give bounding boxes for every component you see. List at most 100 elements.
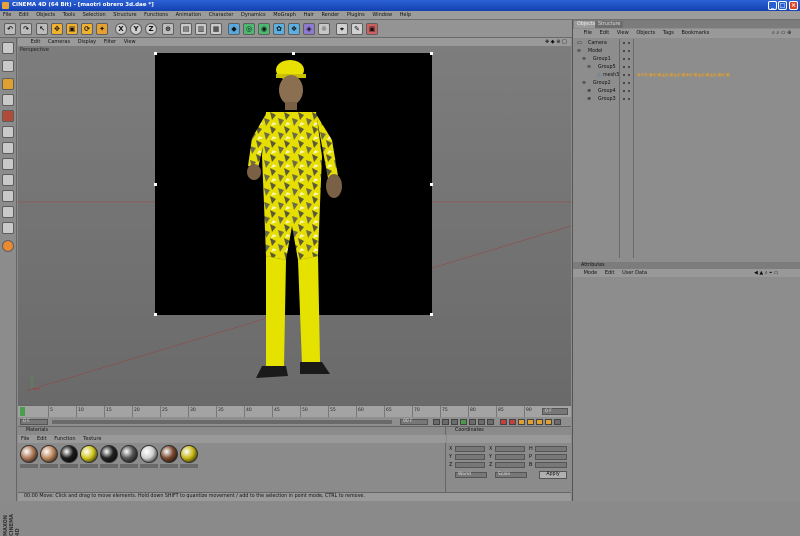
array-icon[interactable]: ✿ xyxy=(273,23,285,35)
material-swatch[interactable] xyxy=(60,445,78,463)
rotation-h-field[interactable] xyxy=(535,446,567,452)
menu-render[interactable]: Render xyxy=(318,11,342,20)
goto-start-icon[interactable] xyxy=(433,419,440,425)
tree-row[interactable]: ⊖ Group5 xyxy=(573,64,800,72)
timeline-ruler[interactable]: 5 10 15 20 25 30 35 40 45 50 55 60 65 70… xyxy=(18,405,571,418)
object-menu-objects[interactable]: Objects xyxy=(633,29,658,38)
rotation-b-field[interactable] xyxy=(535,462,567,468)
object-name[interactable]: Model xyxy=(588,48,602,56)
visibility-dot[interactable] xyxy=(623,58,625,60)
position-key-icon[interactable] xyxy=(527,419,534,425)
deformer-icon[interactable]: ❖ xyxy=(288,23,300,35)
visibility-dot[interactable] xyxy=(623,82,625,84)
prev-frame-icon[interactable] xyxy=(451,419,458,425)
menu-tools[interactable]: Tools xyxy=(60,11,78,20)
time-slider-handle[interactable] xyxy=(20,407,25,416)
object-menu-tags[interactable]: Tags xyxy=(660,29,677,38)
size-mode-dropdown[interactable]: Scale xyxy=(495,472,527,478)
object-name[interactable]: Group1 xyxy=(593,56,611,64)
size-x-field[interactable] xyxy=(495,446,525,452)
visibility-dot[interactable] xyxy=(623,74,625,76)
tree-row[interactable]: △ mesh3 ◆⊠◐●◐●▲◐●▲◐●◆◐●▲◐●▲◐●◐● xyxy=(573,72,800,80)
viewport-menu-edit[interactable]: Edit xyxy=(28,38,44,46)
material-swatch[interactable] xyxy=(160,445,178,463)
maximize-button[interactable]: □ xyxy=(778,1,787,10)
render-view-icon[interactable]: ▤ xyxy=(180,23,192,35)
material-swatch[interactable] xyxy=(40,445,58,463)
rotation-p-field[interactable] xyxy=(535,454,567,460)
viewport-menu-cameras[interactable]: Cameras xyxy=(45,38,73,46)
paint-icon[interactable] xyxy=(2,240,14,252)
light-icon[interactable]: ✎ xyxy=(351,23,363,35)
object-name[interactable]: Group5 xyxy=(598,64,616,72)
material-menu-function[interactable]: Function xyxy=(51,435,78,443)
tree-row[interactable]: ⊖ Model xyxy=(573,48,800,56)
render-region-handle[interactable] xyxy=(430,313,433,316)
z-axis-lock[interactable]: Z xyxy=(145,23,157,35)
snap-icon[interactable] xyxy=(2,222,14,234)
render-region-handle[interactable] xyxy=(292,52,295,55)
apply-button[interactable]: Apply xyxy=(539,471,567,479)
worker-model[interactable] xyxy=(228,56,368,396)
attributes-menu-user-data[interactable]: User Data xyxy=(619,269,650,277)
render-region-handle[interactable] xyxy=(154,52,157,55)
coordinate-system-icon[interactable]: ⊕ xyxy=(162,23,174,35)
texture-mode-icon[interactable] xyxy=(2,94,14,106)
render-region-handle[interactable] xyxy=(154,183,157,186)
environment-icon[interactable]: ☼ xyxy=(318,23,330,35)
play-icon[interactable] xyxy=(460,419,467,425)
visibility-dot[interactable] xyxy=(628,58,630,60)
menu-structure[interactable]: Structure xyxy=(110,11,139,20)
uv-points-icon[interactable] xyxy=(2,174,14,186)
recent-tools-icon[interactable]: ✦ xyxy=(96,23,108,35)
menu-hair[interactable]: Hair xyxy=(301,11,317,20)
redo-icon[interactable]: ↷ xyxy=(20,23,32,35)
object-name[interactable]: mesh3 xyxy=(603,72,619,80)
render-region-handle[interactable] xyxy=(430,183,433,186)
polygons-mode-icon[interactable] xyxy=(2,158,14,170)
menu-plugins[interactable]: Plugins xyxy=(344,11,368,20)
scale-tool-icon[interactable]: ▣ xyxy=(66,23,78,35)
camera-icon[interactable]: ⌖ xyxy=(336,23,348,35)
material-tags[interactable]: ◆⊠◐●◐●▲◐●▲◐●◆◐●▲◐●▲◐●◐● xyxy=(637,72,730,80)
menu-selection[interactable]: Selection xyxy=(80,11,109,20)
move-tool-icon[interactable]: ✥ xyxy=(51,23,63,35)
back-arrow-icon[interactable]: ◀ ▲ ⌕ ⌖ ▭ xyxy=(751,269,781,277)
render-region-handle[interactable] xyxy=(430,52,433,55)
object-menu-edit[interactable]: Edit xyxy=(597,29,613,38)
edges-mode-icon[interactable] xyxy=(2,142,14,154)
points-mode-icon[interactable] xyxy=(2,126,14,138)
scene-icon[interactable]: ◈ xyxy=(303,23,315,35)
object-name[interactable]: Group3 xyxy=(598,96,616,104)
visibility-dot[interactable] xyxy=(628,66,630,68)
y-axis-lock[interactable]: Y xyxy=(130,23,142,35)
prev-key-icon[interactable] xyxy=(442,419,449,425)
render-picture-viewer-icon[interactable]: ▥ xyxy=(195,23,207,35)
menu-window[interactable]: Window xyxy=(369,11,395,20)
workplane-icon[interactable] xyxy=(2,206,14,218)
close-button[interactable]: × xyxy=(789,1,798,10)
render-region-handle[interactable] xyxy=(154,313,157,316)
position-x-field[interactable] xyxy=(455,446,485,452)
visibility-dot[interactable] xyxy=(628,50,630,52)
tree-row[interactable]: ▭ Camera xyxy=(573,40,800,48)
material-menu-texture[interactable]: Texture xyxy=(80,435,104,443)
current-frame-field[interactable]: 0 F xyxy=(542,408,568,415)
menu-help[interactable]: Help xyxy=(397,11,414,20)
menu-mograph[interactable]: MoGraph xyxy=(270,11,299,20)
minimize-button[interactable]: _ xyxy=(768,1,777,10)
material-swatch[interactable] xyxy=(100,445,118,463)
visibility-dot[interactable] xyxy=(623,42,625,44)
visibility-dot[interactable] xyxy=(628,90,630,92)
visibility-dot[interactable] xyxy=(623,66,625,68)
viewport-menu-display[interactable]: Display xyxy=(75,38,99,46)
range-slider[interactable] xyxy=(52,420,392,424)
axis-mode-icon[interactable] xyxy=(2,110,14,122)
material-menu-file[interactable]: File xyxy=(18,435,32,443)
menu-objects[interactable]: Objects xyxy=(33,11,58,20)
object-menu-file[interactable]: File xyxy=(581,29,595,38)
material-swatch[interactable] xyxy=(80,445,98,463)
start-frame-field[interactable]: 0 F xyxy=(20,419,48,425)
menu-dynamics[interactable]: Dynamics xyxy=(238,11,269,20)
record-keys-icon[interactable] xyxy=(500,419,507,425)
